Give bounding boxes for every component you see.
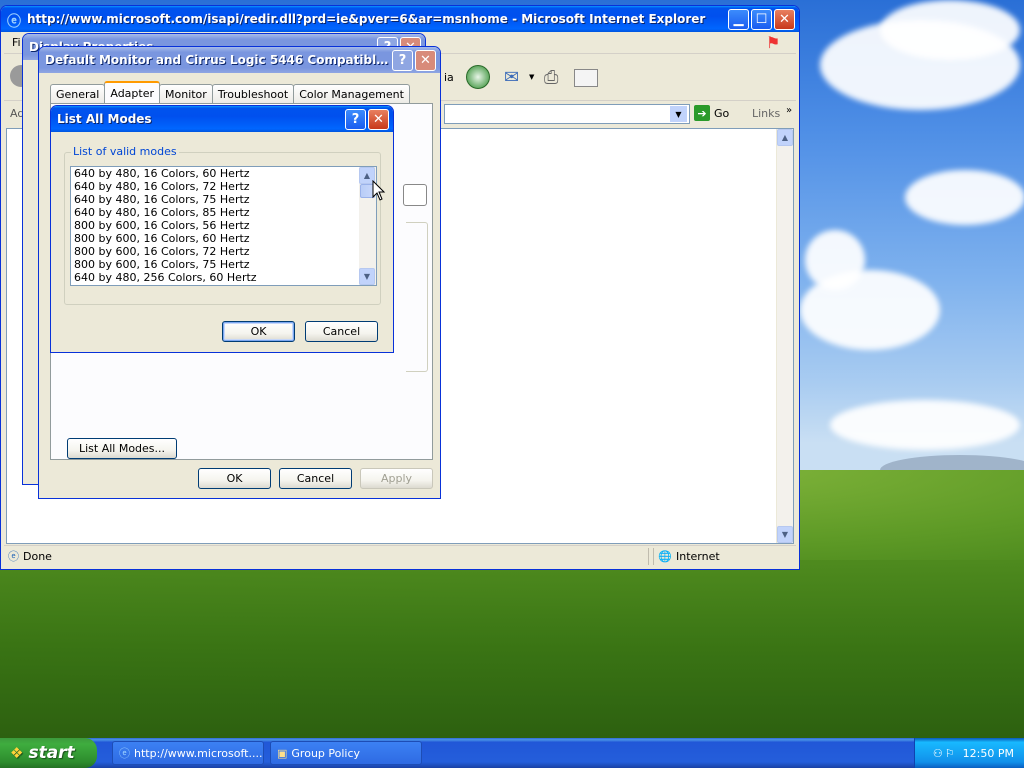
tab-adapter[interactable]: Adapter: [104, 81, 160, 103]
help-icon: ?: [398, 52, 407, 68]
taskbar-item-label: Group Policy: [291, 746, 361, 760]
status-text: Done: [23, 549, 52, 563]
internet-zone-icon: 🌐: [658, 549, 672, 563]
system-tray: ⚇ ⚐ 12:50 PM: [914, 738, 1024, 768]
volume-icon[interactable]: ⚐: [945, 747, 955, 760]
close-icon: ✕: [420, 52, 431, 68]
mode-list-item[interactable]: 640 by 480, 16 Colors, 75 Hertz: [71, 193, 376, 206]
go-label: Go: [714, 106, 730, 120]
go-arrow-icon: ➔: [694, 105, 710, 121]
ie-icon: ⓔ: [7, 14, 21, 30]
help-button[interactable]: ?: [345, 108, 366, 130]
mode-list-item[interactable]: 640 by 480, 16 Colors, 60 Hertz: [71, 167, 376, 180]
close-button[interactable]: ✕: [774, 8, 795, 30]
tab-monitor[interactable]: Monitor: [159, 84, 213, 103]
close-icon: ✕: [373, 111, 384, 127]
taskbar-item-ie[interactable]: ⓔ http://www.microsoft....: [112, 741, 264, 765]
tab-general[interactable]: General: [50, 84, 106, 103]
ok-button[interactable]: OK: [198, 468, 271, 489]
go-button[interactable]: ➔ Go: [694, 105, 729, 121]
edit-icon[interactable]: [574, 69, 598, 87]
start-label: start: [28, 743, 75, 763]
clock[interactable]: 12:50 PM: [963, 747, 1014, 760]
ie-icon: ⓔ: [119, 747, 130, 760]
toolbar-label: ia: [444, 71, 454, 84]
apply-button[interactable]: Apply: [360, 468, 433, 489]
start-button[interactable]: ❖ start: [0, 738, 97, 768]
zone-text: Internet: [676, 549, 720, 563]
cancel-button[interactable]: Cancel: [305, 321, 378, 342]
taskbar: ❖ start ⓔ http://www.microsoft.... ▣ Gro…: [0, 738, 1024, 768]
print-icon[interactable]: ⎙: [544, 67, 558, 88]
taskbar-item-group-policy[interactable]: ▣ Group Policy: [270, 741, 422, 765]
list-all-modes-titlebar[interactable]: List All Modes ? ✕: [51, 106, 393, 132]
ie-statusbar: ⓔ Done 🌐 Internet: [4, 545, 796, 566]
mode-list-item[interactable]: 640 by 480, 16 Colors, 72 Hertz: [71, 180, 376, 193]
mode-list-item[interactable]: 800 by 600, 16 Colors, 60 Hertz: [71, 232, 376, 245]
address-dropdown-icon[interactable]: ▼: [670, 106, 687, 122]
mode-list-item[interactable]: 800 by 600, 16 Colors, 72 Hertz: [71, 245, 376, 258]
taskbar-item-label: http://www.microsoft....: [134, 746, 263, 760]
mode-list-item[interactable]: 640 by 480, 256 Colors, 60 Hertz: [71, 271, 376, 284]
list-all-modes-title: List All Modes: [57, 112, 152, 126]
cancel-button[interactable]: Cancel: [279, 468, 352, 489]
mail-dropdown-icon[interactable]: ▼: [529, 73, 534, 81]
group-policy-icon: ▣: [277, 746, 288, 760]
list-all-modes-window: List All Modes ? ✕ List of valid modes 6…: [50, 105, 394, 353]
minimize-button[interactable]: ▁: [728, 8, 749, 30]
ie-titlebar[interactable]: ⓔ http://www.microsoft.com/isapi/redir.d…: [1, 6, 799, 32]
help-button[interactable]: ?: [392, 49, 413, 71]
network-icon[interactable]: ⚇: [933, 747, 943, 760]
list-all-modes-button[interactable]: List All Modes...: [67, 438, 177, 459]
menu-file[interactable]: Fi: [12, 36, 21, 49]
mode-list-item[interactable]: 640 by 480, 16 Colors, 85 Hertz: [71, 206, 376, 219]
scroll-down-icon[interactable]: ▼: [359, 268, 375, 285]
valid-modes-label: List of valid modes: [71, 145, 179, 158]
minimize-icon: ▁: [733, 11, 744, 27]
help-icon: ?: [351, 111, 360, 127]
address-input[interactable]: [444, 104, 690, 124]
tab-strip: General Adapter Monitor Troubleshoot Col…: [50, 81, 410, 103]
tab-troubleshoot[interactable]: Troubleshoot: [211, 84, 295, 103]
links-label[interactable]: Links: [752, 107, 780, 120]
windows-flag-icon: ❖: [10, 744, 24, 762]
page-icon: ⓔ: [8, 550, 19, 563]
ie-vertical-scrollbar[interactable]: ▲ ▼: [776, 129, 793, 543]
valid-modes-group: List of valid modes 640 by 480, 16 Color…: [64, 145, 381, 305]
close-button[interactable]: ✕: [415, 49, 436, 71]
mail-icon[interactable]: ✉: [504, 67, 519, 88]
adapter-properties-title: Default Monitor and Cirrus Logic 5446 Co…: [45, 53, 390, 67]
adapter-properties-titlebar[interactable]: Default Monitor and Cirrus Logic 5446 Co…: [39, 47, 440, 73]
scroll-down-icon[interactable]: ▼: [777, 526, 793, 543]
mode-list-item[interactable]: 800 by 600, 16 Colors, 56 Hertz: [71, 219, 376, 232]
ok-button[interactable]: OK: [222, 321, 295, 342]
ie-title: http://www.microsoft.com/isapi/redir.dll…: [27, 12, 706, 26]
windows-logo-icon: ⚑: [766, 33, 781, 52]
mouse-cursor-icon: [372, 180, 386, 201]
list-all-modes-body: List of valid modes 640 by 480, 16 Color…: [54, 132, 390, 349]
links-chevron-icon[interactable]: »: [786, 105, 792, 116]
mode-list-item[interactable]: 800 by 600, 16 Colors, 75 Hertz: [71, 258, 376, 271]
history-icon[interactable]: [466, 65, 490, 89]
tab-color-management[interactable]: Color Management: [293, 84, 410, 103]
valid-modes-list[interactable]: 640 by 480, 16 Colors, 60 Hertz 640 by 48…: [70, 166, 377, 286]
scroll-up-icon[interactable]: ▲: [777, 129, 793, 146]
close-icon: ✕: [779, 11, 790, 27]
close-button[interactable]: ✕: [368, 108, 389, 130]
maximize-icon: ☐: [755, 11, 768, 27]
maximize-button[interactable]: ☐: [751, 8, 772, 30]
